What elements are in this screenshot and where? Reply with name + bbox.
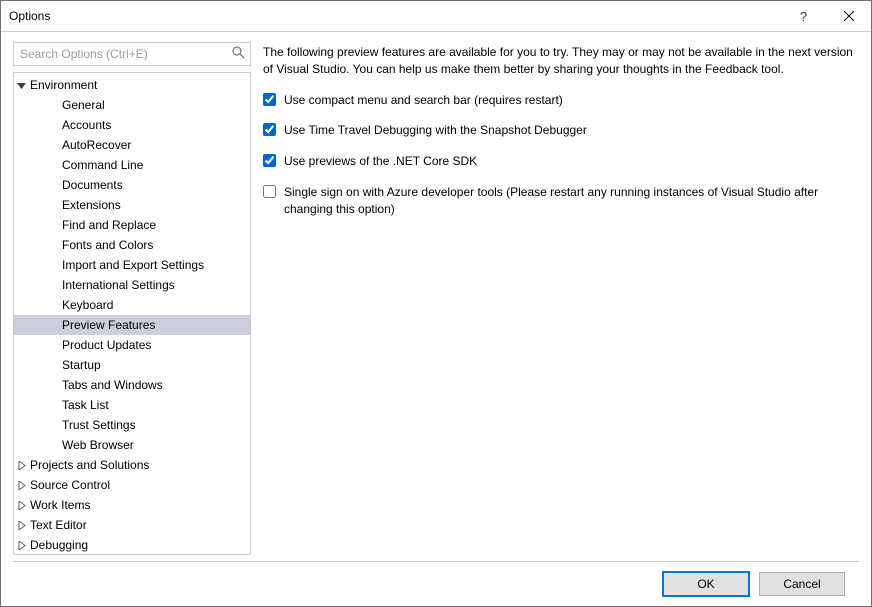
preview-option-label: Use previews of the .NET Core SDK (284, 153, 477, 170)
chevron-right-icon (14, 481, 28, 490)
tree-item-label: AutoRecover (60, 135, 131, 155)
cancel-button[interactable]: Cancel (759, 572, 845, 596)
chevron-down-icon (14, 81, 28, 90)
options-dialog: Options ? EnvironmentGen (0, 0, 872, 607)
tree-item[interactable]: Debugging (14, 535, 250, 554)
search-input[interactable] (13, 42, 251, 66)
preview-option-label: Use Time Travel Debugging with the Snaps… (284, 122, 587, 139)
tree-item[interactable]: Task List (14, 395, 250, 415)
tree-item-label: Find and Replace (60, 215, 156, 235)
tree-item-label: General (60, 95, 105, 115)
tree-item[interactable]: AutoRecover (14, 135, 250, 155)
tree-item[interactable]: Command Line (14, 155, 250, 175)
tree-item[interactable]: Web Browser (14, 435, 250, 455)
tree-item-label: Debugging (28, 535, 88, 554)
tree-item-label: Documents (60, 175, 123, 195)
tree-item-label: Fonts and Colors (60, 235, 153, 255)
tree-item-label: Environment (28, 75, 97, 95)
tree-item-label: Web Browser (60, 435, 134, 455)
tree-item-label: Projects and Solutions (28, 455, 149, 475)
tree-item-label: Startup (60, 355, 101, 375)
tree-item[interactable]: International Settings (14, 275, 250, 295)
help-icon: ? (800, 9, 807, 24)
tree-item-label: Accounts (60, 115, 111, 135)
tree-item-label: Source Control (28, 475, 110, 495)
tree-item[interactable]: Projects and Solutions (14, 455, 250, 475)
tree-item[interactable]: Fonts and Colors (14, 235, 250, 255)
tree-item[interactable]: General (14, 95, 250, 115)
tree-item-label: Keyboard (60, 295, 113, 315)
tree-item-label: Work Items (28, 495, 90, 515)
tree-item-label: Task List (60, 395, 109, 415)
tree-item[interactable]: Startup (14, 355, 250, 375)
preview-option-row[interactable]: Use compact menu and search bar (require… (263, 92, 859, 109)
dialog-footer: OK Cancel (13, 561, 859, 606)
tree-item-label: Import and Export Settings (60, 255, 204, 275)
search-wrap (13, 42, 251, 66)
preview-option-checkbox[interactable] (263, 123, 276, 136)
tree-item-label: Trust Settings (60, 415, 136, 435)
tree-item[interactable]: Source Control (14, 475, 250, 495)
chevron-right-icon (14, 541, 28, 550)
tree-item[interactable]: Environment (14, 75, 250, 95)
tree-item[interactable]: Find and Replace (14, 215, 250, 235)
tree-item[interactable]: Tabs and Windows (14, 375, 250, 395)
tree-scroll[interactable]: EnvironmentGeneralAccountsAutoRecoverCom… (14, 73, 250, 554)
preview-option-label: Use compact menu and search bar (require… (284, 92, 563, 109)
chevron-right-icon (14, 501, 28, 510)
help-button[interactable]: ? (781, 1, 826, 31)
tree-item-label: Text Editor (28, 515, 87, 535)
preview-option-checkbox[interactable] (263, 93, 276, 106)
tree-item-label: Extensions (60, 195, 121, 215)
chevron-right-icon (14, 521, 28, 530)
dialog-body: EnvironmentGeneralAccountsAutoRecoverCom… (1, 32, 871, 561)
title-bar: Options ? (1, 1, 871, 32)
tree-item[interactable]: Import and Export Settings (14, 255, 250, 275)
tree-item[interactable]: Work Items (14, 495, 250, 515)
preview-option-checkbox[interactable] (263, 154, 276, 167)
ok-button[interactable]: OK (663, 572, 749, 596)
preview-option-checkbox[interactable] (263, 185, 276, 198)
preview-options-list: Use compact menu and search bar (require… (263, 92, 859, 218)
options-tree: EnvironmentGeneralAccountsAutoRecoverCom… (14, 73, 250, 554)
window-title: Options (9, 9, 781, 23)
tree-container: EnvironmentGeneralAccountsAutoRecoverCom… (13, 72, 251, 555)
tree-item[interactable]: Text Editor (14, 515, 250, 535)
preview-option-label: Single sign on with Azure developer tool… (284, 184, 859, 218)
close-icon (844, 11, 854, 21)
preview-option-row[interactable]: Use previews of the .NET Core SDK (263, 153, 859, 170)
tree-item[interactable]: Product Updates (14, 335, 250, 355)
tree-item[interactable]: Keyboard (14, 295, 250, 315)
tree-item[interactable]: Preview Features (14, 315, 250, 335)
close-button[interactable] (826, 1, 871, 31)
tree-item[interactable]: Accounts (14, 115, 250, 135)
preview-option-row[interactable]: Use Time Travel Debugging with the Snaps… (263, 122, 859, 139)
tree-item-label: Preview Features (60, 315, 155, 335)
tree-item[interactable]: Extensions (14, 195, 250, 215)
intro-text: The following preview features are avail… (263, 44, 859, 78)
tree-item-label: Command Line (60, 155, 143, 175)
tree-item[interactable]: Trust Settings (14, 415, 250, 435)
chevron-right-icon (14, 461, 28, 470)
preview-option-row[interactable]: Single sign on with Azure developer tool… (263, 184, 859, 218)
tree-item-label: Product Updates (60, 335, 151, 355)
tree-item-label: Tabs and Windows (60, 375, 163, 395)
tree-item-label: International Settings (60, 275, 175, 295)
tree-item[interactable]: Documents (14, 175, 250, 195)
left-panel: EnvironmentGeneralAccountsAutoRecoverCom… (13, 42, 251, 555)
content-panel: The following preview features are avail… (263, 42, 859, 555)
